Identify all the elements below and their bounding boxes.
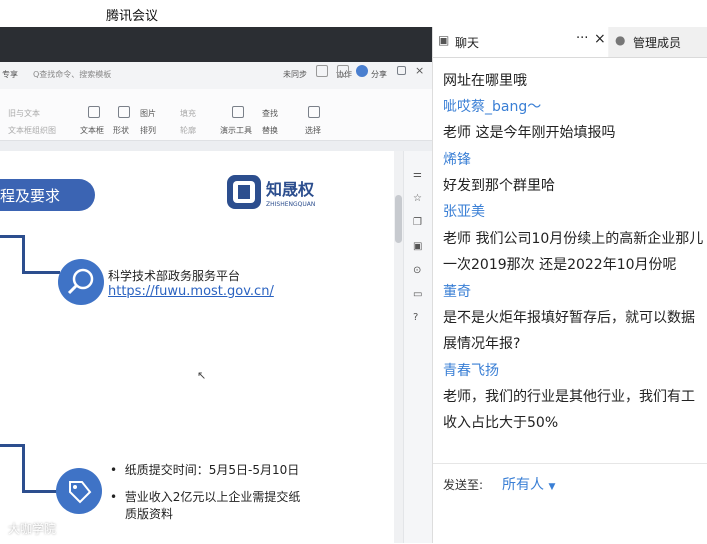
image-icon[interactable]: ▣ xyxy=(413,241,422,252)
scrollbar-thumb[interactable] xyxy=(395,195,402,243)
chat-message: 老师 我们公司10月份续上的高新企业那儿 xyxy=(443,231,704,247)
close-chat-icon[interactable]: × xyxy=(594,31,606,47)
bullet-submit-time-text: 纸质提交时间：5月5日-5月10日 xyxy=(124,463,300,477)
search-circle-icon xyxy=(58,259,104,305)
chat-message-list[interactable]: 网址在哪里哦 呲哎蔡_bang～ 老师 这是今年刚开始填报吗 烯锋 好发到那个群… xyxy=(433,58,707,463)
send-to-target: 所有人 xyxy=(502,477,544,493)
ribbon-arrange[interactable]: 排列 xyxy=(140,125,156,136)
connector-line xyxy=(22,490,60,493)
connector-line xyxy=(22,235,25,273)
connector-line xyxy=(0,444,24,447)
adjust-icon[interactable]: ⚌ xyxy=(413,169,422,180)
share-top-bar xyxy=(0,27,432,62)
wps-right-toolbar: ⚌ ☆ ❐ ▣ ⊙ ▭ ? xyxy=(403,151,432,543)
app-title: 腾讯会议 xyxy=(106,9,159,24)
ribbon-shape[interactable]: 形状 xyxy=(113,125,129,136)
shared-screen: 专享 Q查找命令、搜索模板 未同步 协作 分享 – × 旧与文本 文本框组织图 … xyxy=(0,27,432,543)
chat-message: 好发到那个群里哈 xyxy=(443,178,555,194)
platform-url-link[interactable]: https://fuwu.most.gov.cn/ xyxy=(108,284,274,299)
ribbon-item-fragment[interactable]: 旧与文本 xyxy=(8,108,40,119)
tab-members[interactable]: ● 管理成员 xyxy=(609,27,707,57)
connector-line xyxy=(22,271,60,274)
ribbon-textbox[interactable]: 文本框 xyxy=(80,125,104,136)
avatar[interactable] xyxy=(356,65,368,77)
location-icon[interactable]: ⊙ xyxy=(413,265,421,276)
bullet-revenue: • 营业收入2亿元以上企业需提交纸 xyxy=(110,490,301,504)
copy-icon[interactable]: ❐ xyxy=(413,217,422,228)
watermark: 大咖学院 xyxy=(8,522,57,536)
textbox-icon[interactable] xyxy=(88,106,100,118)
select-icon[interactable] xyxy=(308,106,320,118)
close-icon[interactable]: × xyxy=(415,64,424,77)
shape-icon[interactable] xyxy=(118,106,130,118)
minimize-icon[interactable]: – xyxy=(380,65,386,78)
chat-sender[interactable]: 张亚美 xyxy=(443,201,485,221)
wps-title-row: 专享 Q查找命令、搜索模板 未同步 协作 分享 – × xyxy=(0,62,432,90)
chat-sender[interactable]: 青春飞扬 xyxy=(443,360,499,380)
chat-message-cont: 一次2019那次 还是2022年10月份呢 xyxy=(443,257,677,273)
ribbon-outline[interactable]: 轮廓 xyxy=(180,125,196,136)
ribbon-item-faded[interactable]: 文本框组织图 xyxy=(8,125,56,136)
chat-message: 老师，我们的行业是其他行业，我们有工 xyxy=(443,389,695,405)
ribbon-fill[interactable]: 填充 xyxy=(180,108,196,119)
presentation-tool-icon[interactable] xyxy=(232,106,244,118)
grid-icon[interactable] xyxy=(337,65,349,77)
logo-text: 知晟权 xyxy=(266,180,315,199)
wps-sync-status[interactable]: 未同步 xyxy=(283,69,307,80)
ribbon-find[interactable]: 查找 xyxy=(262,108,278,119)
zhishengquan-logo: 知晟权 ZHISHENGQUAN xyxy=(227,175,315,209)
bullet-revenue-cont: 质版资料 xyxy=(125,507,174,521)
wps-tab-fragment[interactable]: 专享 xyxy=(2,69,18,80)
chat-bubble-icon: ▣ xyxy=(438,33,450,47)
chat-message: 老师 这是今年刚开始填报吗 xyxy=(443,125,616,141)
wps-ribbon: 旧与文本 文本框组织图 文本框 形状 图片 排列 填充 轮廓 演示工具 查找 替… xyxy=(0,89,432,141)
chat-message-cont: 展情况年报? xyxy=(443,336,521,352)
meeting-title-bar: 腾讯会议 xyxy=(0,0,707,27)
book-icon[interactable]: ▭ xyxy=(413,289,422,300)
chat-tabs: ▣ 聊天 ··· × ● 管理成员 xyxy=(433,27,707,58)
chat-sender[interactable]: 烯锋 xyxy=(443,149,471,169)
tab-members-label: 管理成员 xyxy=(633,36,682,50)
help-icon[interactable]: ? xyxy=(413,312,418,323)
send-to-label: 发送至: xyxy=(443,478,484,492)
ribbon-replace[interactable]: 替换 xyxy=(262,125,278,136)
send-to-dropdown[interactable]: 所有人 ▼ xyxy=(502,474,555,494)
ribbon-select[interactable]: 选择 xyxy=(305,125,321,136)
chat-sender[interactable]: 董奇 xyxy=(443,281,471,301)
chat-message: 网址在哪里哦 xyxy=(443,73,527,89)
logo-subtext: ZHISHENGQUAN xyxy=(266,201,315,208)
window-mode-icon[interactable] xyxy=(316,65,328,77)
chat-message-cont: 收入占比大于50% xyxy=(443,415,559,431)
tab-chat[interactable]: ▣ 聊天 ··· × xyxy=(433,27,608,57)
connector-line xyxy=(0,235,24,238)
pin-icon[interactable]: ☆ xyxy=(413,193,422,204)
wps-search-box[interactable]: Q查找命令、搜索模板 xyxy=(33,69,111,80)
restore-icon[interactable] xyxy=(397,66,406,75)
chat-sender[interactable]: 呲哎蔡_bang～ xyxy=(443,96,541,116)
connector-line xyxy=(22,444,25,492)
mouse-cursor-icon: ↖ xyxy=(197,369,207,382)
tab-chat-label: 聊天 xyxy=(455,36,480,50)
section-title: 程及要求 xyxy=(0,187,61,205)
bullet-submit-time: • 纸质提交时间：5月5日-5月10日 xyxy=(110,463,300,477)
ribbon-presentation-tool[interactable]: 演示工具 xyxy=(220,125,252,136)
caret-down-icon: ▼ xyxy=(548,482,556,492)
person-icon: ● xyxy=(615,33,626,47)
chat-footer: 发送至: 所有人 ▼ xyxy=(433,463,707,544)
chat-message: 是不是火炬年报填好暂存后，就可以数据 xyxy=(443,310,695,326)
platform-name: 科学技术部政务服务平台 xyxy=(108,269,241,283)
tag-circle-icon xyxy=(56,468,102,514)
more-icon[interactable]: ··· xyxy=(576,31,588,46)
chat-panel: ▣ 聊天 ··· × ● 管理成员 网址在哪里哦 呲哎蔡_bang～ 老师 这是… xyxy=(432,27,707,544)
bullet-revenue-text: 营业收入2亿元以上企业需提交纸 xyxy=(124,490,301,504)
section-title-badge: 程及要求 xyxy=(0,179,95,211)
ribbon-picture[interactable]: 图片 xyxy=(140,108,156,119)
